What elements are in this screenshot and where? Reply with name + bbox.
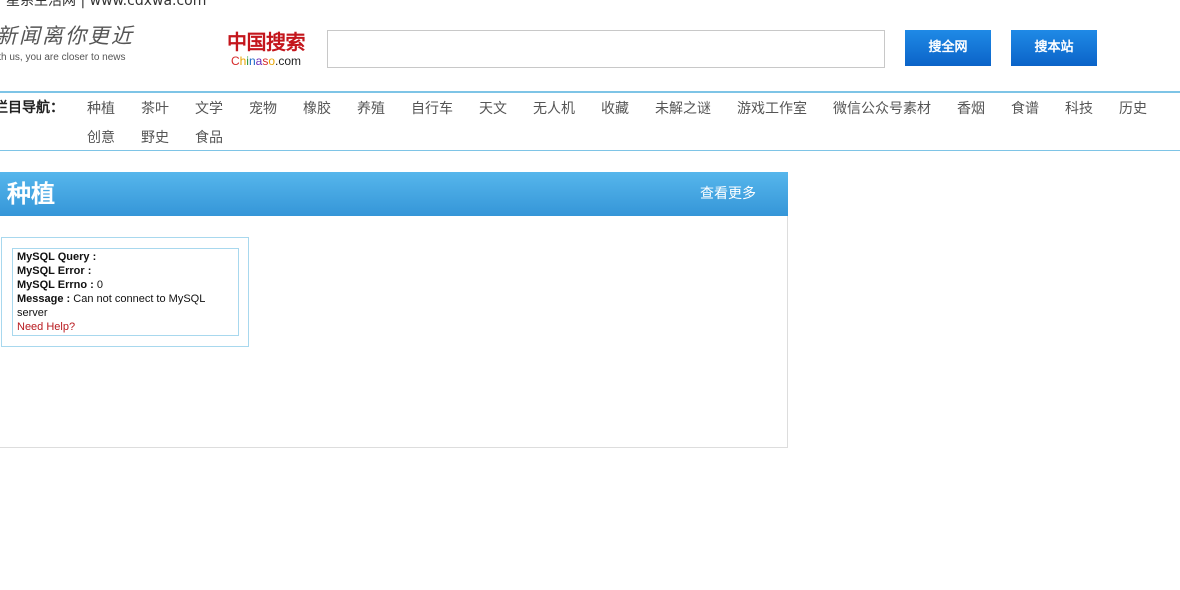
nav-label: 栏目导航： — [0, 100, 64, 116]
page: 星系生活网 | www.cdxwa.com 新闻离你更近 ith us, you… — [0, 0, 1180, 590]
nav-item[interactable]: 天文 — [466, 95, 520, 124]
logo-subtitle: ith us, you are closer to news — [0, 52, 126, 63]
nav-item[interactable]: 野史 — [128, 124, 182, 153]
category-nav: 栏目导航： 种植 茶叶 文学 宠物 橡胶 养殖 自行车 天文 无人机 收藏 未解之谜 游戏工作室 微信公… — [0, 91, 1180, 151]
search-all-button[interactable]: 搜全网 — [905, 30, 991, 66]
chinaso-logo-cn: 中国搜索 — [227, 30, 306, 54]
site-logo[interactable]: 新闻离你更近 ith us, you are closer to news — [0, 22, 166, 70]
nav-list: 种植 茶叶 文学 宠物 橡胶 养殖 自行车 天文 无人机 收藏 未解之谜 游戏工作室 微信公众号素材 香烟… — [74, 95, 1180, 153]
error-message-line: Message : Can not connect to MySQL serve… — [17, 293, 205, 319]
nav-item[interactable]: 文学 — [182, 95, 236, 124]
nav-item[interactable]: 种植 — [74, 95, 128, 124]
search-site-button[interactable]: 搜本站 — [1011, 30, 1097, 66]
search-input[interactable] — [327, 30, 885, 68]
view-more-link[interactable]: 查看更多 — [700, 185, 756, 203]
logo-slogan: 新闻离你更近 — [0, 24, 134, 48]
nav-item[interactable]: 游戏工作室 — [724, 95, 820, 124]
section-zhongzhi: 种植 查看更多 MySQL Query : MySQL Error : MySQ… — [0, 172, 788, 448]
chinaso-logo-en: Chinaso.com — [230, 54, 302, 68]
nav-item[interactable]: 橡胶 — [290, 95, 344, 124]
nav-item[interactable]: 香烟 — [944, 95, 998, 124]
nav-item[interactable]: 科技 — [1052, 95, 1106, 124]
nav-item[interactable]: 无人机 — [520, 95, 588, 124]
nav-item[interactable]: 养殖 — [344, 95, 398, 124]
nav-item[interactable]: 收藏 — [588, 95, 642, 124]
chinaso-logo[interactable]: 中国搜索 Chinaso.com — [220, 30, 312, 70]
section-title: 种植 — [7, 180, 55, 208]
nav-item[interactable]: 未解之谜 — [642, 95, 724, 124]
section-header: 种植 查看更多 — [0, 172, 788, 216]
nav-item[interactable]: 微信公众号素材 — [820, 95, 944, 124]
nav-item[interactable]: 食品 — [182, 124, 236, 153]
nav-item[interactable]: 自行车 — [398, 95, 466, 124]
site-title: 星系生活网 | www.cdxwa.com — [6, 0, 207, 9]
nav-item[interactable]: 宠物 — [236, 95, 290, 124]
nav-item[interactable]: 食谱 — [998, 95, 1052, 124]
error-query-line: MySQL Query : — [17, 251, 97, 263]
error-errno-line: MySQL Errno : 0 — [17, 279, 103, 291]
error-content: MySQL Query : MySQL Error : MySQL Errno … — [12, 248, 239, 336]
error-box: MySQL Query : MySQL Error : MySQL Errno … — [1, 237, 249, 347]
nav-item[interactable]: 历史 — [1106, 95, 1160, 124]
nav-item[interactable]: 创意 — [74, 124, 128, 153]
nav-item[interactable]: 茶叶 — [128, 95, 182, 124]
error-error-line: MySQL Error : — [17, 265, 92, 277]
need-help-link[interactable]: Need Help? — [17, 320, 234, 334]
